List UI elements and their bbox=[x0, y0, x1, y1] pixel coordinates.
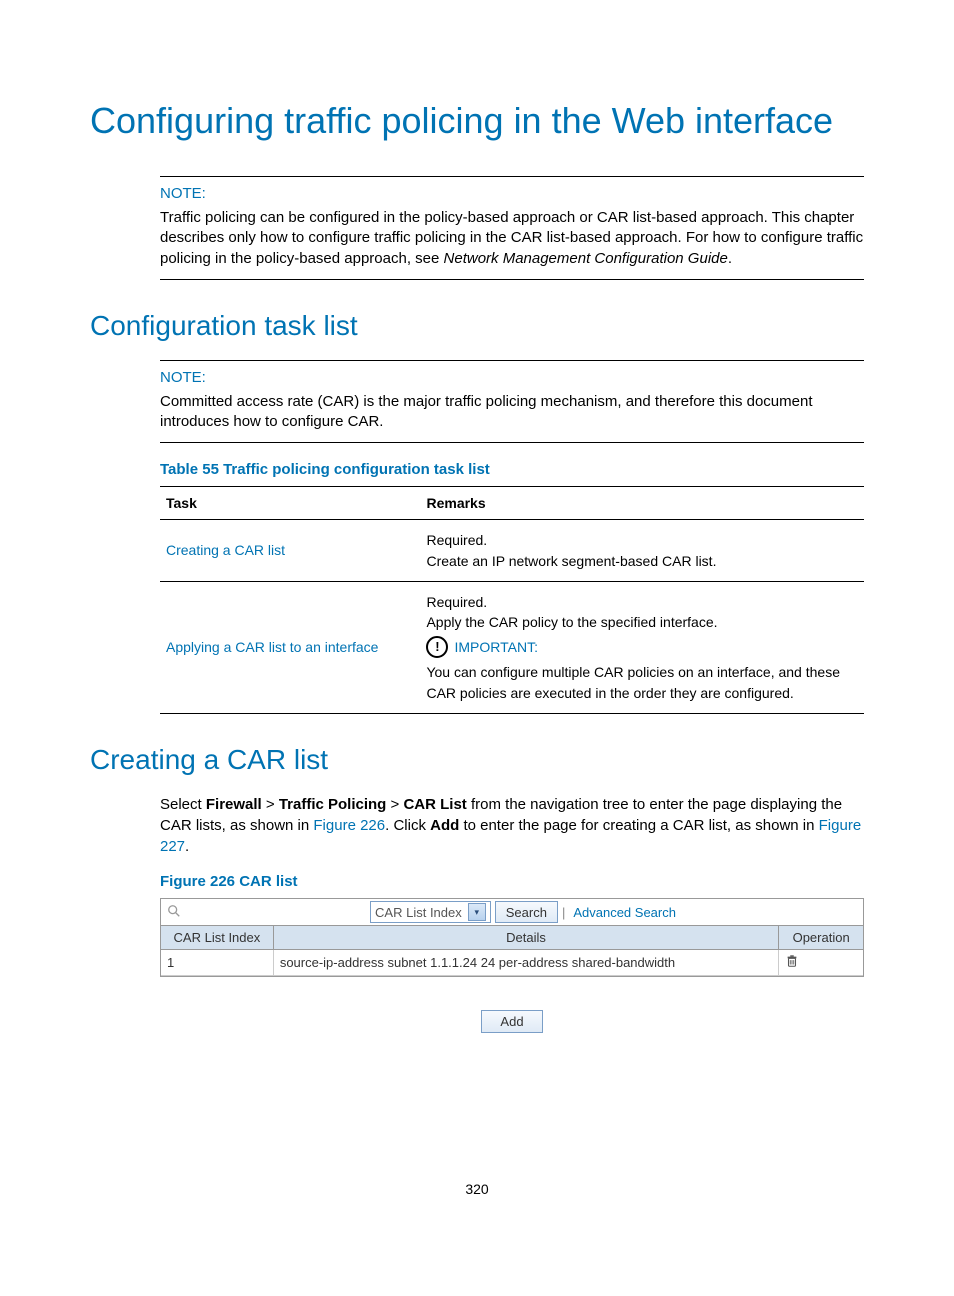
note1-text-em: Network Management Configuration Guide bbox=[444, 250, 728, 267]
search-toolbar: CAR List Index ▾ Search | Advanced Searc… bbox=[161, 899, 863, 926]
note-label: NOTE: bbox=[160, 185, 864, 202]
figure-226-ui: CAR List Index ▾ Search | Advanced Searc… bbox=[160, 898, 864, 977]
note-text: Traffic policing can be configured in th… bbox=[160, 208, 864, 269]
cell-details: source-ip-address subnet 1.1.1.24 24 per… bbox=[273, 950, 778, 976]
th-remarks: Remarks bbox=[420, 487, 864, 520]
remark-line: Apply the CAR policy to the specified in… bbox=[426, 612, 858, 632]
car-list-table: CAR List Index Details Operation 1 sourc… bbox=[161, 926, 863, 976]
table-row: Applying a CAR list to an interface Requ… bbox=[160, 581, 864, 713]
task-list-table: Task Remarks Creating a CAR list Require… bbox=[160, 486, 864, 714]
advanced-search-link[interactable]: Advanced Search bbox=[573, 905, 676, 920]
note-box-1: NOTE: Traffic policing can be configured… bbox=[160, 176, 864, 280]
note-box-2: NOTE: Committed access rate (CAR) is the… bbox=[160, 360, 864, 444]
page-number: 320 bbox=[90, 1181, 864, 1197]
breadcrumb-firewall: Firewall bbox=[206, 796, 262, 813]
th-task: Task bbox=[160, 487, 420, 520]
text: Select bbox=[160, 796, 206, 813]
note-label: NOTE: bbox=[160, 369, 864, 386]
instruction-paragraph: Select Firewall > Traffic Policing > CAR… bbox=[160, 794, 864, 857]
figure-ref-226[interactable]: Figure 226 bbox=[313, 817, 385, 834]
add-button[interactable]: Add bbox=[481, 1010, 542, 1033]
note1-text-post: . bbox=[728, 250, 732, 267]
search-button[interactable]: Search bbox=[495, 901, 558, 923]
cell-index: 1 bbox=[161, 950, 273, 976]
remark-line: Required. bbox=[426, 530, 858, 550]
important-callout: ! IMPORTANT: bbox=[426, 636, 858, 658]
figure-caption: Figure 226 CAR list bbox=[160, 873, 864, 890]
table-row: Creating a CAR list Required. Create an … bbox=[160, 520, 864, 582]
remark-line: You can configure multiple CAR policies … bbox=[426, 662, 858, 703]
breadcrumb-traffic-policing: Traffic Policing bbox=[279, 796, 387, 813]
important-icon: ! bbox=[426, 636, 448, 658]
section-heading-creating-car-list: Creating a CAR list bbox=[90, 744, 864, 776]
note-text: Committed access rate (CAR) is the major… bbox=[160, 392, 864, 433]
remark-line: Create an IP network segment-based CAR l… bbox=[426, 551, 858, 571]
text: > bbox=[386, 796, 403, 813]
remark-line: Required. bbox=[426, 592, 858, 612]
task-link-creating-car-list[interactable]: Creating a CAR list bbox=[166, 542, 285, 558]
add-label-bold: Add bbox=[430, 817, 459, 834]
search-field-select[interactable]: CAR List Index ▾ bbox=[370, 901, 491, 923]
task-link-applying-car-list[interactable]: Applying a CAR list to an interface bbox=[166, 639, 378, 655]
section-heading-config-task-list: Configuration task list bbox=[90, 310, 864, 342]
table-row: 1 source-ip-address subnet 1.1.1.24 24 p… bbox=[161, 950, 863, 976]
text: to enter the page for creating a CAR lis… bbox=[459, 817, 818, 834]
text: . Click bbox=[385, 817, 430, 834]
th-car-list-index: CAR List Index bbox=[161, 926, 273, 950]
th-details: Details bbox=[273, 926, 778, 950]
table-caption: Table 55 Traffic policing configuration … bbox=[160, 461, 864, 478]
th-operation: Operation bbox=[779, 926, 863, 950]
select-value: CAR List Index bbox=[375, 905, 462, 920]
breadcrumb-car-list: CAR List bbox=[403, 796, 466, 813]
important-label: IMPORTANT: bbox=[454, 637, 538, 657]
chevron-down-icon[interactable]: ▾ bbox=[468, 903, 486, 921]
text: > bbox=[262, 796, 279, 813]
page-title: Configuring traffic policing in the Web … bbox=[90, 100, 864, 142]
separator: | bbox=[562, 905, 565, 920]
trash-icon[interactable] bbox=[785, 954, 799, 971]
text: . bbox=[185, 838, 189, 855]
search-icon bbox=[165, 904, 183, 921]
